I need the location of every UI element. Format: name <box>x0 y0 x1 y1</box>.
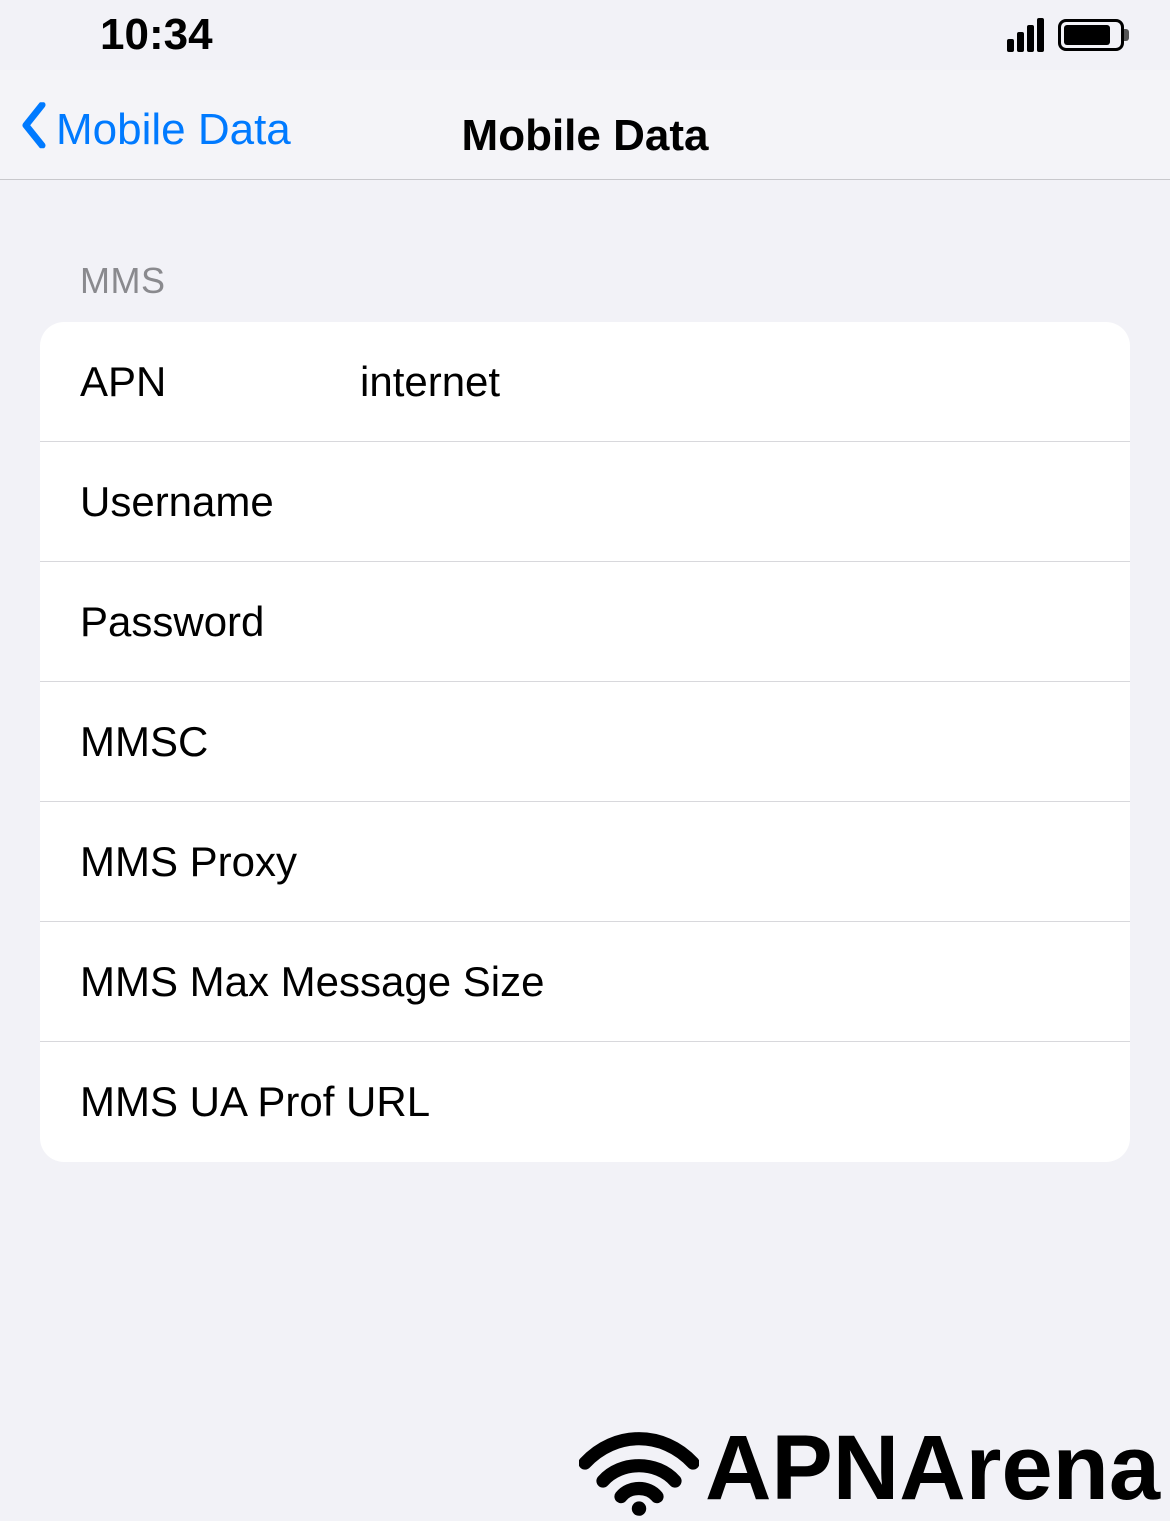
input-mms-max-size[interactable] <box>544 958 1090 1006</box>
row-mmsc[interactable]: MMSC <box>40 682 1130 802</box>
nav-title: Mobile Data <box>462 111 709 161</box>
row-mms-max-size[interactable]: MMS Max Message Size <box>40 922 1130 1042</box>
label-apn: APN <box>80 358 360 406</box>
back-button[interactable]: Mobile Data <box>20 102 291 159</box>
row-username[interactable]: Username <box>40 442 1130 562</box>
status-time: 10:34 <box>100 10 213 60</box>
label-mmsc: MMSC <box>80 718 360 766</box>
brand-text: APNArena <box>705 1416 1160 1521</box>
brand-logo: APNArena <box>579 1416 1170 1521</box>
label-mms-max-size: MMS Max Message Size <box>80 958 544 1006</box>
row-mms-ua-prof[interactable]: MMS UA Prof URL <box>40 1042 1130 1162</box>
row-password[interactable]: Password <box>40 562 1130 682</box>
input-mmsc[interactable] <box>360 718 1090 766</box>
chevron-left-icon <box>20 102 48 159</box>
input-apn[interactable] <box>360 358 1090 406</box>
label-username: Username <box>80 478 360 526</box>
row-apn[interactable]: APN <box>40 322 1130 442</box>
battery-icon <box>1058 19 1124 51</box>
input-username[interactable] <box>360 478 1090 526</box>
settings-card: APN Username Password MMSC MMS Proxy MMS… <box>40 322 1130 1162</box>
input-mms-proxy[interactable] <box>297 838 1090 886</box>
cellular-signal-icon <box>1007 18 1044 52</box>
input-mms-ua-prof[interactable] <box>430 1078 1090 1126</box>
label-mms-proxy: MMS Proxy <box>80 838 297 886</box>
row-mms-proxy[interactable]: MMS Proxy <box>40 802 1130 922</box>
label-mms-ua-prof: MMS UA Prof URL <box>80 1078 430 1126</box>
section-header-mms: MMS <box>40 180 1130 322</box>
label-password: Password <box>80 598 360 646</box>
back-label: Mobile Data <box>56 105 291 155</box>
nav-bar: Mobile Data Mobile Data <box>0 70 1170 180</box>
wifi-icon <box>579 1419 699 1519</box>
status-indicators <box>1007 18 1134 52</box>
status-bar: 10:34 <box>0 0 1170 70</box>
input-password[interactable] <box>360 598 1090 646</box>
